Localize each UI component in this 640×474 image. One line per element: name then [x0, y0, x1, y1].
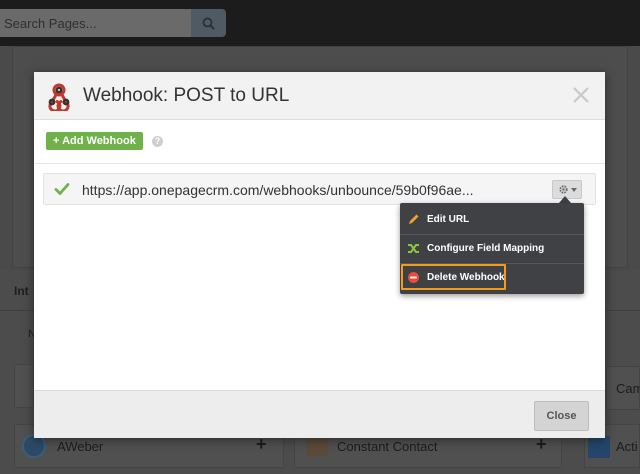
- close-icon[interactable]: [570, 84, 592, 106]
- gear-icon: [558, 185, 568, 194]
- modal-footer: Close: [34, 390, 605, 438]
- top-bar: [0, 0, 640, 46]
- menu-item-label: Edit URL: [427, 214, 470, 225]
- close-button[interactable]: Close: [534, 401, 589, 431]
- search-button[interactable]: [191, 9, 226, 37]
- search-icon: [202, 17, 215, 30]
- pencil-icon: [409, 214, 419, 224]
- integration-card-label: AWeber: [57, 439, 104, 454]
- webhook-icon: [48, 83, 70, 111]
- search-box: [0, 9, 226, 37]
- modal-title: Webhook: POST to URL: [83, 85, 290, 106]
- search-input[interactable]: [0, 9, 191, 37]
- delete-webhook-highlight: [401, 264, 506, 290]
- modal-toolbar: + Add Webhook ?: [34, 120, 605, 164]
- menu-item-label: Configure Field Mapping: [427, 243, 545, 254]
- menu-caret: [559, 196, 571, 203]
- webhook-url: https://app.onepagecrm.com/webhooks/unbo…: [82, 182, 474, 198]
- acti-logo: [588, 436, 610, 458]
- help-icon[interactable]: ?: [152, 136, 163, 147]
- integration-card-label: Cam: [616, 381, 640, 396]
- check-icon: [54, 183, 70, 195]
- caret-down-icon: [570, 187, 577, 192]
- add-webhook-button[interactable]: + Add Webhook: [46, 132, 143, 150]
- menu-item-configure-field-mapping[interactable]: Configure Field Mapping: [400, 234, 584, 263]
- modal-header: Webhook: POST to URL: [34, 72, 605, 120]
- menu-item-edit-url[interactable]: Edit URL: [400, 205, 584, 234]
- integration-card-label: Acti: [616, 439, 638, 454]
- shuffle-icon: [408, 244, 419, 253]
- webhook-row: https://app.onepagecrm.com/webhooks/unbo…: [43, 173, 596, 205]
- constant-contact-logo: [306, 436, 328, 456]
- integration-card-partial[interactable]: [14, 364, 34, 408]
- integration-card-label: Constant Contact: [337, 439, 438, 454]
- integrations-tab[interactable]: Int: [14, 284, 29, 298]
